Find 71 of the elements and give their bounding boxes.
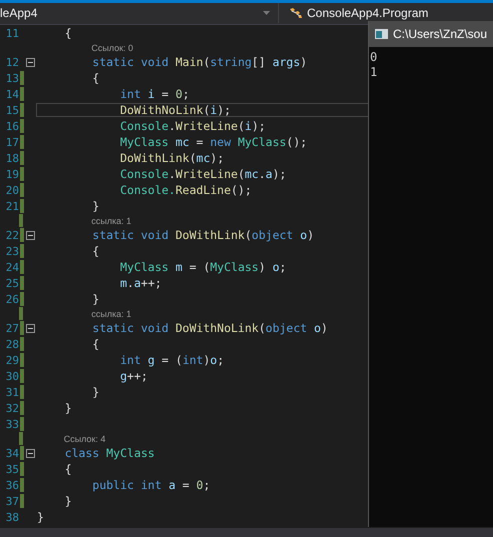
code-line: } xyxy=(37,510,44,524)
line-number: 35 xyxy=(4,462,19,476)
line-number: 25 xyxy=(4,276,19,290)
reference-count-link[interactable]: ссылка: 1 xyxy=(91,308,132,318)
window-title: C:\Users\ZnZ\sou xyxy=(393,27,488,41)
console-output: 0 xyxy=(370,50,378,65)
code-line: static void Main(string[] args) xyxy=(92,55,308,69)
project-dropdown[interactable]: leApp4 xyxy=(0,3,279,23)
class-dropdown[interactable]: ConsoleApp4.Program xyxy=(285,3,428,23)
code-line: Console.ReadLine(); xyxy=(120,183,252,197)
line-number: 26 xyxy=(4,292,19,306)
line-number: 18 xyxy=(4,152,19,164)
caret-icon xyxy=(263,11,270,15)
line-number: 29 xyxy=(4,354,19,366)
code-line: } xyxy=(92,199,100,213)
line-number: 36 xyxy=(4,478,19,492)
line-number: 24 xyxy=(4,260,19,274)
code-line: static void DoWithLink(object o) xyxy=(92,228,314,242)
code-line: } xyxy=(64,494,72,508)
code-line: public int a = 0; xyxy=(92,478,210,492)
line-number: 12 xyxy=(4,56,19,68)
reference-count-link[interactable]: ссылка: 1 xyxy=(91,216,132,226)
line-number: 38 xyxy=(4,510,19,524)
line-number: 20 xyxy=(4,184,19,196)
line-number: 22 xyxy=(4,228,19,242)
line-number: 21 xyxy=(4,200,19,212)
line-number: 15 xyxy=(4,104,19,116)
code-line: } xyxy=(92,385,100,399)
code-line: { xyxy=(92,71,100,85)
code-line: Console.WriteLine(i); xyxy=(120,119,266,133)
line-number: 16 xyxy=(4,120,19,132)
line-number: 37 xyxy=(4,494,19,508)
line-number: 23 xyxy=(4,244,19,258)
code-line: class MyClass xyxy=(64,446,155,460)
code-line: g++; xyxy=(120,369,148,383)
code-line: m.a++; xyxy=(120,276,162,290)
code-line: int i = 0; xyxy=(120,87,190,101)
line-number: 30 xyxy=(4,370,19,382)
console-output: 1 xyxy=(370,65,378,80)
collapse-icon[interactable] xyxy=(26,230,34,240)
collapse-icon[interactable] xyxy=(26,448,34,458)
line-number: 31 xyxy=(4,386,19,398)
class-icon xyxy=(289,7,303,19)
line-number: 19 xyxy=(4,168,19,180)
line-number: 17 xyxy=(4,136,19,148)
line-number: 13 xyxy=(4,72,19,84)
code-line: MyClass mc = new MyClass(); xyxy=(120,135,308,149)
code-line: { xyxy=(64,26,72,40)
code-line: MyClass m = (MyClass) o; xyxy=(120,260,286,274)
code-line: int g = (int)o; xyxy=(120,353,224,367)
code-line: DoWithNoLink(i); xyxy=(120,103,231,117)
reference-count-link[interactable]: Ссылок: 0 xyxy=(91,42,134,52)
code-line: { xyxy=(92,337,100,351)
code-line: DoWithLink(mc); xyxy=(120,151,224,165)
line-number: 34 xyxy=(4,446,19,460)
line-number: 14 xyxy=(4,88,19,100)
line-number: 11 xyxy=(4,26,19,40)
code-line: } xyxy=(92,292,100,306)
code-line: { xyxy=(92,244,100,258)
line-number: 28 xyxy=(4,338,19,350)
console-icon xyxy=(375,29,388,39)
line-number: 27 xyxy=(4,322,19,334)
line-number: 32 xyxy=(4,402,19,414)
collapse-icon[interactable] xyxy=(26,58,34,66)
code-line: static void DoWithNoLink(object o) xyxy=(92,321,328,335)
code-line: Console.WriteLine(mc.a); xyxy=(120,167,286,181)
code-line: } xyxy=(64,401,72,415)
line-number: 33 xyxy=(4,418,19,430)
reference-count-link[interactable]: Ссылок: 4 xyxy=(64,434,106,444)
collapse-icon[interactable] xyxy=(26,324,34,332)
code-line: { xyxy=(64,462,72,476)
